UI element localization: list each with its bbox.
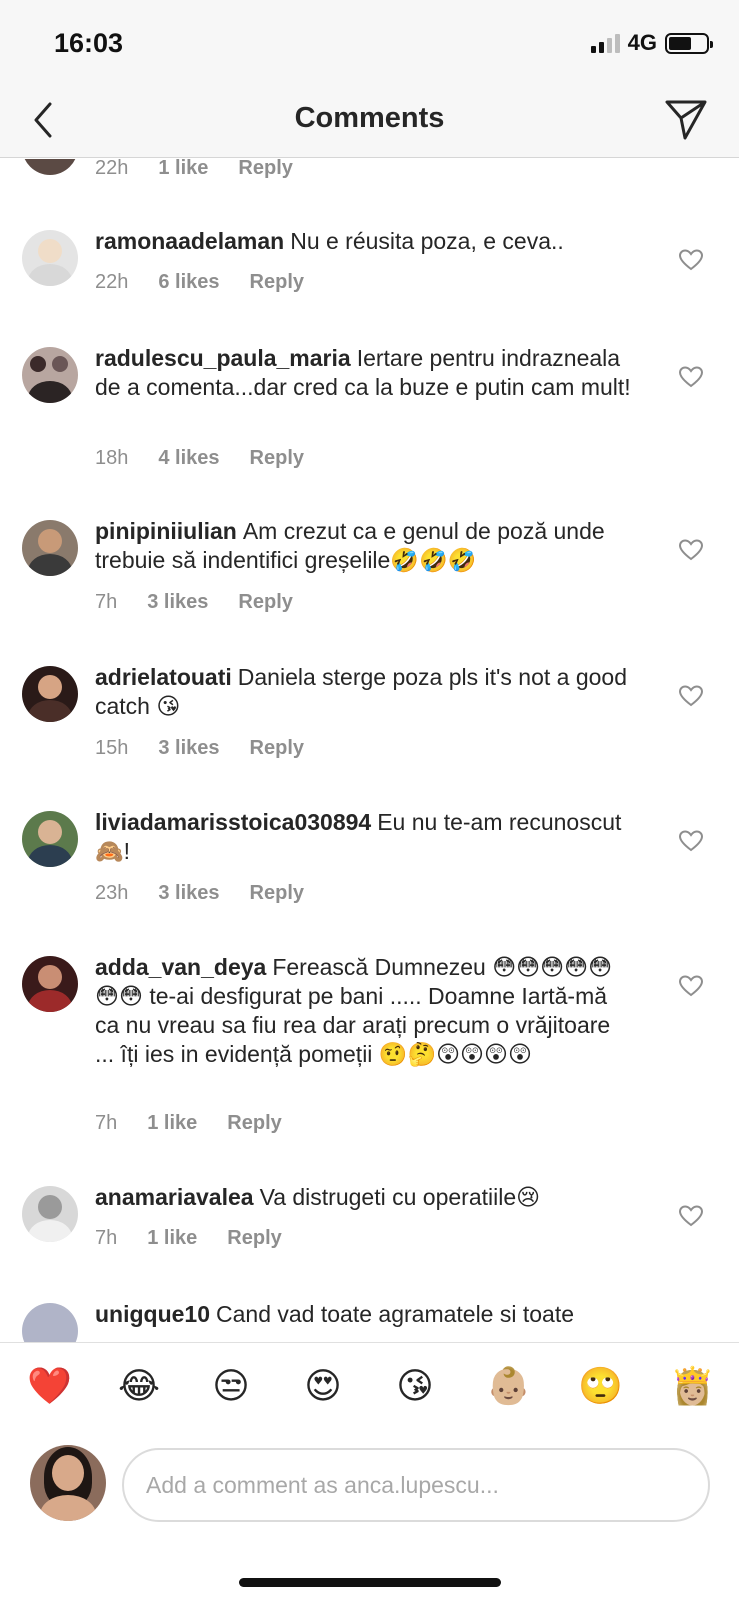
comment-likes[interactable]: 3 likes xyxy=(158,737,219,760)
comment-body: Nu e réusita poza, e ceva.. xyxy=(290,228,564,254)
reply-button[interactable]: Reply xyxy=(238,159,292,180)
comment-meta: 23h 3 likes Reply xyxy=(95,882,304,905)
comment-username[interactable]: adrielatouati xyxy=(95,664,232,690)
comment-username[interactable]: liviadamarisstoica030894 xyxy=(95,809,371,835)
avatar[interactable] xyxy=(22,520,78,576)
comment-time: 7h xyxy=(95,1112,118,1134)
battery-icon xyxy=(665,32,713,54)
comment-meta: 18h 4 likes Reply xyxy=(95,447,304,470)
comment-meta: 7h 3 likes Reply xyxy=(95,591,293,614)
like-heart-icon[interactable] xyxy=(679,366,703,388)
comment-composer xyxy=(0,1428,739,1600)
kiss-emoji-button[interactable]: 😘 xyxy=(394,1365,436,1407)
reply-button[interactable]: Reply xyxy=(250,447,304,470)
comment-likes[interactable]: 3 likes xyxy=(147,591,208,614)
comment-body: Va distrugeti cu operatiile😢 xyxy=(259,1184,541,1210)
comment-time: 22h xyxy=(95,271,129,293)
comment-text: liviadamarisstoica030894 Eu nu te-am recu… xyxy=(95,808,635,866)
comment-time: 7h xyxy=(95,591,118,613)
like-heart-icon[interactable] xyxy=(679,685,703,707)
reply-button[interactable]: Reply xyxy=(238,591,292,614)
comment-likes[interactable]: 1 like xyxy=(158,159,208,180)
comment-username[interactable]: ramonaadelaman xyxy=(95,228,284,254)
direct-message-icon[interactable] xyxy=(663,96,709,142)
status-indicators: 4G xyxy=(590,30,713,56)
comment-time: 18h xyxy=(95,447,129,469)
comment-likes[interactable]: 6 likes xyxy=(158,271,219,294)
comment-username[interactable]: anamariavalea xyxy=(95,1184,254,1210)
comment-meta: 22h 6 likes Reply xyxy=(95,271,304,294)
reply-button[interactable]: Reply xyxy=(227,1227,281,1250)
comment-text: unigque10 Cand vad toate agramatele si to… xyxy=(95,1300,635,1329)
unamused-emoji-button[interactable]: 😒 xyxy=(210,1365,252,1407)
avatar[interactable] xyxy=(22,159,78,175)
comment-time: 7h xyxy=(95,1227,118,1249)
like-heart-icon[interactable] xyxy=(679,249,703,271)
current-user-avatar xyxy=(30,1445,106,1521)
comment-likes[interactable]: 4 likes xyxy=(158,447,219,470)
status-bar: 16:03 4G xyxy=(0,0,739,88)
heart-emoji-button[interactable]: ❤️ xyxy=(27,1365,72,1407)
princess-emoji-button[interactable]: 👸🏼 xyxy=(670,1365,715,1407)
avatar[interactable] xyxy=(22,956,78,1012)
emoji-quick-bar: ❤️ 😂 😒 😍 😘 👶🏼 🙄 👸🏼 xyxy=(0,1342,739,1428)
laughing-emoji-button[interactable]: 😂 xyxy=(118,1365,160,1407)
comment-likes[interactable]: 1 like xyxy=(147,1112,197,1135)
eye-roll-emoji-button[interactable]: 🙄 xyxy=(578,1365,623,1407)
comment-text: pinipiniiulian Am crezut ca e genul de po… xyxy=(95,517,635,575)
signal-icon xyxy=(590,33,620,53)
comment-meta: 7h 1 like Reply xyxy=(95,1227,282,1250)
comment-username[interactable]: pinipiniiulian xyxy=(95,518,237,544)
comment-meta: 22h 1 like Reply xyxy=(95,159,293,180)
comment-time: 22h xyxy=(95,159,129,179)
add-comment-input[interactable] xyxy=(122,1448,710,1522)
avatar[interactable] xyxy=(22,1303,78,1342)
comment-likes[interactable]: 3 likes xyxy=(158,882,219,905)
comment-body: Cand vad toate agramatele si toate xyxy=(216,1301,575,1327)
comment-username[interactable]: adda_van_deya xyxy=(95,954,266,980)
comment-text: adrielatouati Daniela sterge poza pls it'… xyxy=(95,663,635,721)
comment-username[interactable]: radulescu_paula_maria xyxy=(95,345,351,371)
avatar[interactable] xyxy=(22,811,78,867)
status-time: 16:03 xyxy=(54,28,124,58)
network-label: 4G xyxy=(627,30,657,55)
like-heart-icon[interactable] xyxy=(679,975,703,997)
heart-eyes-emoji-button[interactable]: 😍 xyxy=(302,1365,344,1407)
nav-bar: Comments xyxy=(0,88,739,158)
like-heart-icon[interactable] xyxy=(679,830,703,852)
like-heart-icon[interactable] xyxy=(679,539,703,561)
reply-button[interactable]: Reply xyxy=(227,1112,281,1135)
like-heart-icon[interactable] xyxy=(679,1205,703,1227)
avatar[interactable] xyxy=(22,230,78,286)
comment-meta: 15h 3 likes Reply xyxy=(95,737,304,760)
comment-likes[interactable]: 1 like xyxy=(147,1227,197,1250)
baby-emoji-button[interactable]: 👶🏼 xyxy=(486,1365,531,1407)
comment-time: 23h xyxy=(95,882,129,904)
reply-button[interactable]: Reply xyxy=(250,737,304,760)
comments-list[interactable]: 22h 1 like Reply ramonaadelaman Nu e réus… xyxy=(0,159,739,1342)
comment-text: anamariavalea Va distrugeti cu operatiile… xyxy=(95,1183,635,1212)
page-title: Comments xyxy=(294,102,445,134)
home-indicator xyxy=(239,1578,501,1587)
reply-button[interactable]: Reply xyxy=(250,882,304,905)
comment-meta: 7h 1 like Reply xyxy=(95,1112,282,1135)
comment-text: radulescu_paula_maria Iertare pentru indr… xyxy=(95,344,635,402)
avatar[interactable] xyxy=(22,666,78,722)
avatar[interactable] xyxy=(22,347,78,403)
comment-time: 15h xyxy=(95,737,129,759)
comment-text: adda_van_deya Ferească Dumnezeu 😳😳😳😳😳😳😳 t… xyxy=(95,953,635,1069)
comment-text: ramonaadelaman Nu e réusita poza, e ceva.… xyxy=(95,227,635,256)
avatar[interactable] xyxy=(22,1186,78,1242)
reply-button[interactable]: Reply xyxy=(250,271,304,294)
comment-username[interactable]: unigque10 xyxy=(95,1301,210,1327)
